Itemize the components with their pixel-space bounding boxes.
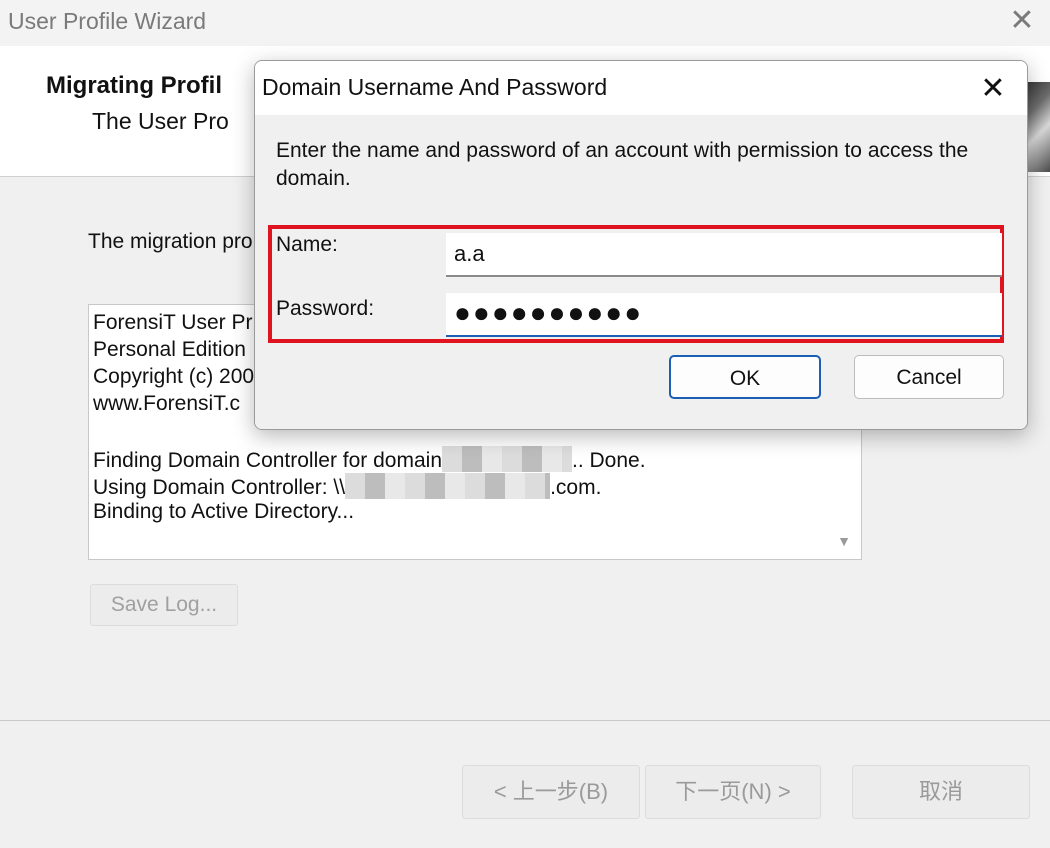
screen: User Profile Wizard ✕ Migrating Profil T… bbox=[0, 0, 1050, 848]
dialog-titlebar: Domain Username And Password ✕ bbox=[255, 61, 1027, 115]
password-field[interactable]: ●●●●●●●●●● bbox=[446, 293, 1002, 337]
cancel-button[interactable]: Cancel bbox=[854, 355, 1004, 399]
log-line: Personal Edition bbox=[93, 338, 246, 361]
close-icon[interactable]: ✕ bbox=[1005, 4, 1039, 38]
log-line: Copyright (c) 200 bbox=[93, 365, 255, 388]
log-line-suffix: .com. bbox=[550, 476, 602, 499]
ok-button[interactable]: OK bbox=[669, 355, 821, 399]
dialog-title: Domain Username And Password bbox=[262, 74, 608, 100]
name-field[interactable] bbox=[446, 233, 1002, 277]
log-line-text: Finding Domain Controller for domain bbox=[93, 449, 442, 472]
log-line: ForensiT User Pr bbox=[93, 311, 253, 334]
log-line: Binding to Active Directory... bbox=[93, 500, 355, 523]
wizard-heading: Migrating Profil bbox=[46, 72, 222, 99]
password-label: Password: bbox=[276, 297, 375, 320]
wizard-intro-text: The migration pro bbox=[88, 230, 253, 253]
log-line: www.ForensiT.c bbox=[93, 392, 241, 415]
divider bbox=[0, 720, 1050, 721]
chevron-down-icon[interactable]: ▼ bbox=[835, 533, 853, 551]
domain-credentials-dialog: Domain Username And Password ✕ Enter the… bbox=[254, 60, 1028, 430]
redacted-block bbox=[442, 446, 572, 472]
log-line-controller: Using Domain Controller: \\ .com. bbox=[93, 473, 601, 500]
wizard-titlebar: User Profile Wizard ✕ bbox=[0, 0, 1050, 46]
redacted-block bbox=[345, 473, 551, 499]
dialog-prompt: Enter the name and password of an accoun… bbox=[276, 139, 969, 190]
dialog-body: Enter the name and password of an accoun… bbox=[255, 115, 1027, 429]
save-log-button[interactable]: Save Log... bbox=[90, 584, 238, 626]
log-line-suffix: .. Done. bbox=[572, 449, 646, 472]
wizard-title: User Profile Wizard bbox=[8, 8, 207, 34]
wizard-subheading: The User Pro bbox=[92, 108, 229, 134]
wizard-cancel-button[interactable]: 取消 bbox=[852, 765, 1030, 819]
close-icon[interactable]: ✕ bbox=[973, 69, 1013, 109]
next-button[interactable]: 下一页(N) > bbox=[645, 765, 821, 819]
back-button[interactable]: < 上一步(B) bbox=[462, 765, 640, 819]
log-line-domain: Finding Domain Controller for domain .. D… bbox=[93, 446, 646, 473]
name-label: Name: bbox=[276, 233, 338, 256]
log-line-text: Using Domain Controller: \\ bbox=[93, 476, 346, 499]
